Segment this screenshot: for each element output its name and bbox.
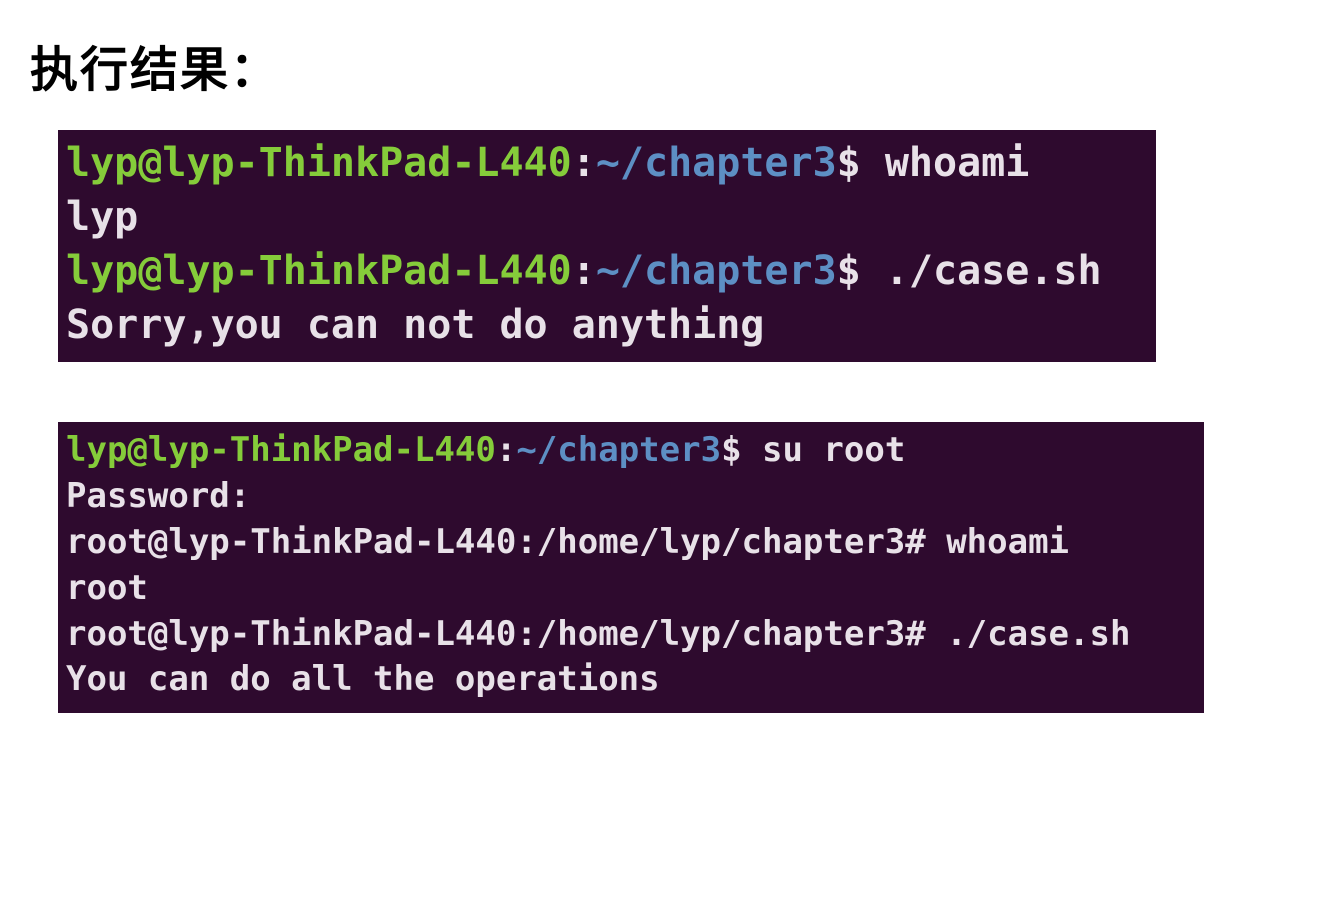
prompt-path: ~/chapter3	[596, 140, 837, 186]
terminal-line: lyp@lyp-ThinkPad-L440:~/chapter3$ su roo…	[66, 428, 1196, 474]
command-text: whoami	[885, 140, 1030, 186]
prompt-user-host: lyp@lyp-ThinkPad-L440	[66, 140, 572, 186]
terminal-output: Sorry,you can not do anything	[66, 298, 1148, 352]
terminal-output: lyp	[66, 190, 1148, 244]
terminal-line: lyp@lyp-ThinkPad-L440:~/chapter3$ whoami	[66, 136, 1148, 190]
prompt-path: ~/chapter3	[516, 430, 721, 470]
prompt-user-host: lyp@lyp-ThinkPad-L440	[66, 248, 572, 294]
terminal-line: root@lyp-ThinkPad-L440:/home/lyp/chapter…	[66, 520, 1196, 566]
prompt-symbol: $	[837, 248, 885, 294]
terminal-block-2: lyp@lyp-ThinkPad-L440:~/chapter3$ su roo…	[58, 422, 1204, 713]
terminal-output: You can do all the operations	[66, 657, 1196, 703]
terminal-line: lyp@lyp-ThinkPad-L440:~/chapter3$ ./case…	[66, 244, 1148, 298]
terminal-line: root@lyp-ThinkPad-L440:/home/lyp/chapter…	[66, 612, 1196, 658]
terminal-block-1: lyp@lyp-ThinkPad-L440:~/chapter3$ whoami…	[58, 130, 1156, 362]
prompt-colon: :	[496, 430, 516, 470]
prompt-colon: :	[572, 248, 596, 294]
terminal-output: Password:	[66, 474, 1196, 520]
prompt-symbol: $	[837, 140, 885, 186]
section-heading: 执行结果：	[30, 30, 1314, 100]
command-text: ./case.sh	[885, 248, 1102, 294]
prompt-path: ~/chapter3	[596, 248, 837, 294]
command-text: su root	[762, 430, 905, 470]
prompt-symbol: $	[721, 430, 762, 470]
prompt-colon: :	[572, 140, 596, 186]
terminal-output: root	[66, 566, 1196, 612]
prompt-user-host: lyp@lyp-ThinkPad-L440	[66, 430, 496, 470]
